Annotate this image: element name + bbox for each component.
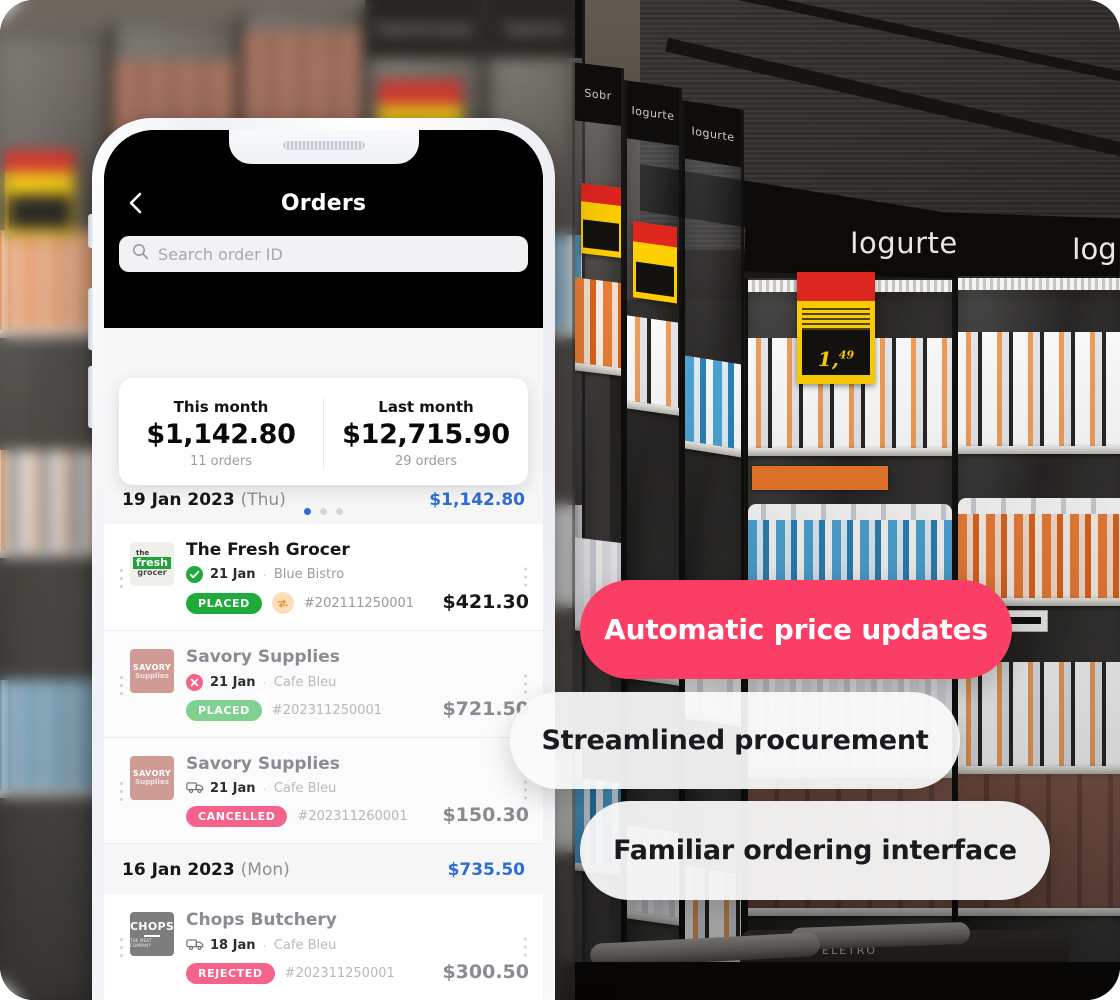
row-menu-icon[interactable] [524,780,527,800]
row-menu-icon[interactable] [524,674,527,694]
order-meta: 18 Jan · Cafe Bleu [186,937,442,954]
carousel-dots[interactable] [119,508,528,516]
stat-this-month: This month $1,142.80 11 orders [119,398,323,469]
table-row[interactable]: CHOPS THE MEAT COMPANY Chops Butchery 18… [104,894,543,1000]
drag-handle-icon[interactable] [112,780,130,801]
day-group-header: 16 Jan 2023 (Mon) $735.50 [104,844,543,895]
stat-sub: 11 orders [189,454,253,470]
savory-supplies-logo: SAVORY Supplies [130,755,174,800]
stat-label: Last month [378,398,474,416]
customer-name: Blue Bistro [273,567,345,583]
order-amount: $150.30 [442,804,529,827]
order-number: #202311250001 [284,965,395,981]
order-amount: $421.30 [442,591,529,614]
check-circle-icon [186,566,203,584]
day-date: 16 Jan 2023 (Mon) [122,860,290,880]
row-menu-icon[interactable] [524,937,527,957]
carousel-dot-2[interactable] [320,508,327,516]
stats-card[interactable]: This month $1,142.80 11 orders Last mont… [119,378,528,486]
order-amount: $300.50 [442,960,529,983]
search-input[interactable] [158,244,515,264]
customer-name: Cafe Bleu [273,781,337,797]
meta-separator: · [262,567,267,583]
order-badges: REJECTED #202311250001 [186,962,442,984]
callout-automatic-price-updates[interactable]: Automatic price updates [580,580,1012,679]
savory-supplies-logo: SAVORY Supplies [130,649,174,694]
drag-handle-icon[interactable] [112,567,130,588]
chops-butchery-logo: CHOPS THE MEAT COMPANY [130,912,174,957]
chevron-left-icon[interactable] [122,188,148,218]
vendor-name: The Fresh Grocer [186,540,350,560]
order-main: The Fresh Grocer 21 Jan · Blue Bistro PL… [174,540,442,615]
stat-label: This month [173,398,269,416]
delivery-truck-icon [186,937,204,954]
vendor-name: Savory Supplies [186,753,340,774]
promo-canvas: Sobremesas Sobrem Sobr Iogurte [0,0,1120,1000]
order-date: 18 Jan [210,937,256,953]
carousel-dot-1[interactable] [304,508,311,516]
meta-separator: · [262,937,267,953]
customer-name: Cafe Bleu [273,937,337,953]
meta-separator: · [262,674,267,690]
phone-volume-down-button[interactable] [88,366,93,428]
table-row[interactable]: the fresh grocer The Fresh Grocer 21 Jan… [104,524,543,632]
carousel-dot-3[interactable] [336,508,343,516]
earpiece-speaker-icon [282,141,365,150]
stats-carousel: This month $1,142.80 11 orders Last mont… [119,378,528,516]
drag-handle-icon[interactable] [112,674,130,695]
search-icon [132,243,149,265]
stat-value: $12,715.90 [342,419,510,450]
order-right: $150.30 [442,804,529,827]
order-badges: PLACED #202311250001 [186,699,442,721]
status-badge: PLACED [186,699,262,721]
order-right: $421.30 [442,591,529,614]
phone-mute-button[interactable] [88,214,93,248]
delivery-truck-icon [186,780,204,797]
phone-screen: Orders This month [104,130,543,1000]
phone-notch [228,130,419,164]
table-row[interactable]: SAVORY Supplies Savory Supplies 21 Jan ·… [104,631,543,738]
status-badge: REJECTED [186,962,275,984]
table-row[interactable]: SAVORY Supplies Savory Supplies 21 Jan ·… [104,737,543,845]
stat-last-month: Last month $12,715.90 29 orders [323,398,528,470]
order-meta: 21 Jan · Cafe Bleu [186,780,442,797]
recurring-order-icon [271,592,294,615]
day-date-value: 16 Jan 2023 [122,860,235,881]
row-menu-icon[interactable] [524,567,527,587]
order-badges: CANCELLED #202311260001 [186,806,442,828]
order-main: Savory Supplies 21 Jan · Cafe Bleu PLACE… [174,647,442,721]
page-title: Orders [280,190,367,216]
order-badges: PLACED #202111250001 [186,592,442,615]
vendor-name: Chops Butchery [186,910,337,931]
phone-mockup: Orders This month [88,118,555,1000]
stat-value: $1,142.80 [146,419,296,450]
customer-name: Cafe Bleu [273,674,337,690]
callout-familiar-ordering-interface[interactable]: Familiar ordering interface [580,801,1050,900]
the-fresh-grocer-logo: the fresh grocer [130,542,174,586]
order-main: Chops Butchery 18 Jan · Cafe Bleu REJECT… [174,910,442,984]
drag-handle-icon[interactable] [112,936,130,958]
callout-streamlined-procurement[interactable]: Streamlined procurement [510,692,960,789]
order-meta: 21 Jan · Blue Bistro [186,566,442,584]
order-main: Savory Supplies 21 Jan · Cafe Bleu CANCE… [174,753,442,828]
order-meta: 21 Jan · Cafe Bleu [186,673,442,691]
order-number: #202311250001 [271,702,383,718]
status-badge: PLACED [186,592,262,614]
order-date: 21 Jan [210,781,256,797]
nav-row: Orders [104,180,543,226]
order-date: 21 Jan [210,567,256,583]
day-total: $735.50 [447,860,525,881]
order-number: #202111250001 [303,595,415,611]
order-date: 21 Jan [210,674,256,690]
status-badge: CANCELLED [186,806,288,828]
stat-sub: 29 orders [394,454,458,470]
order-number: #202311260001 [297,809,408,825]
phone-volume-up-button[interactable] [88,288,93,350]
x-circle-icon [186,673,203,691]
day-of-week: (Mon) [240,860,290,881]
meta-separator: · [262,781,267,797]
vendor-name: Savory Supplies [186,647,340,668]
search-bar[interactable] [119,236,528,272]
order-right: $300.50 [442,961,529,984]
